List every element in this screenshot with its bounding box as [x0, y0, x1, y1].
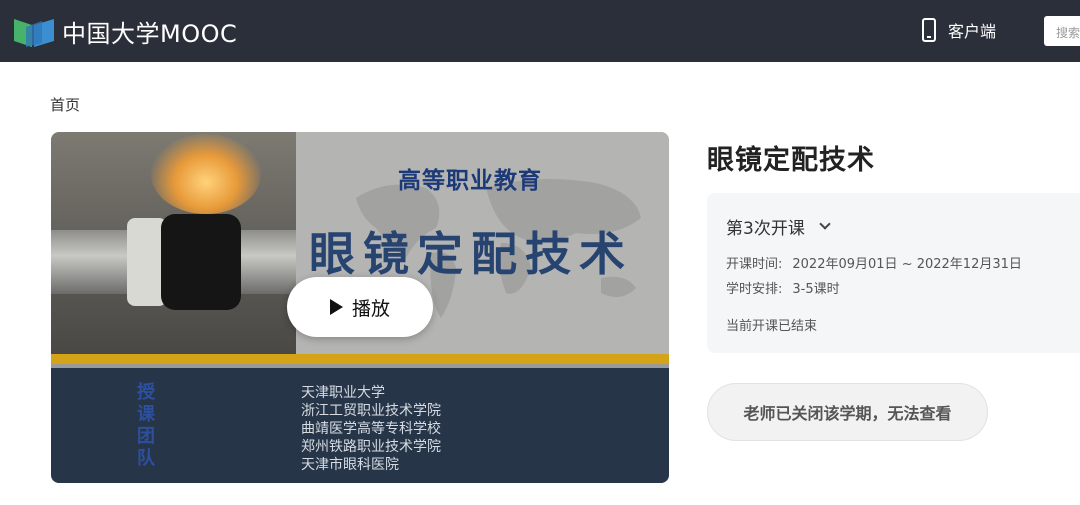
- chevron-down-icon: [819, 218, 831, 230]
- time-value: 2022年09月01日 ~ 2022年12月31日: [792, 257, 1022, 272]
- term-closed-button[interactable]: 老师已关闭该学期，无法查看: [707, 383, 988, 441]
- slide-subtitle: 高等职业教育: [398, 168, 542, 194]
- term-info-card: 第3次开课 开课时间: 2022年09月01日 ~ 2022年12月31日 学时安…: [707, 193, 1080, 353]
- lens-blank: [161, 214, 241, 310]
- schedule-row: 学时安排: 3-5课时: [726, 278, 840, 297]
- top-navigation-bar: 中国大学MOOC 客户端 搜索: [0, 0, 1080, 62]
- school-item: 天津市眼科医院: [301, 457, 399, 473]
- gold-divider: [51, 354, 669, 364]
- slide-title: 眼镜定配技术: [309, 227, 633, 281]
- team-label: 授课团队: [137, 382, 155, 469]
- schedule-label: 学时安排:: [726, 282, 783, 297]
- search-placeholder: 搜索: [1056, 26, 1080, 40]
- course-title: 眼镜定配技术: [707, 145, 875, 176]
- school-list: 天津职业大学 浙江工贸职业技术学院 曲靖医学高等专科学校 郑州铁路职业技术学院 …: [301, 384, 441, 474]
- play-icon: [329, 299, 343, 315]
- school-item: 天津职业大学: [301, 385, 385, 401]
- mobile-phone-icon: [922, 18, 936, 42]
- lens-edging-photo: [51, 132, 296, 354]
- course-intro-video[interactable]: 高等职业教育 眼镜定配技术 授课团队 天津职业大学 浙江工贸职业技术学院 曲靖医…: [51, 132, 669, 483]
- play-label: 播放: [351, 297, 390, 320]
- school-item: 郑州铁路职业技术学院: [301, 439, 441, 455]
- schedule-value: 3-5课时: [792, 282, 840, 297]
- mooc-logo-icon: [12, 15, 56, 49]
- search-input[interactable]: 搜索: [1044, 16, 1080, 46]
- school-item: 浙江工贸职业技术学院: [301, 403, 441, 419]
- play-button[interactable]: 播放: [287, 277, 433, 337]
- client-label: 客户端: [948, 22, 997, 41]
- time-label: 开课时间:: [726, 257, 783, 272]
- term-selector[interactable]: 第3次开课: [726, 214, 831, 239]
- school-item: 曲靖医学高等专科学校: [301, 421, 441, 437]
- site-logo[interactable]: 中国大学MOOC: [12, 14, 237, 49]
- client-download-link[interactable]: 客户端: [922, 18, 996, 42]
- logo-text: 中国大学MOOC: [62, 20, 238, 48]
- term-status: 当前开课已结束: [726, 319, 818, 334]
- term-label: 第3次开课: [726, 219, 805, 239]
- course-time-row: 开课时间: 2022年09月01日 ~ 2022年12月31日: [726, 253, 1022, 272]
- flame-glow: [151, 134, 261, 214]
- breadcrumb-home[interactable]: 首页: [50, 94, 80, 115]
